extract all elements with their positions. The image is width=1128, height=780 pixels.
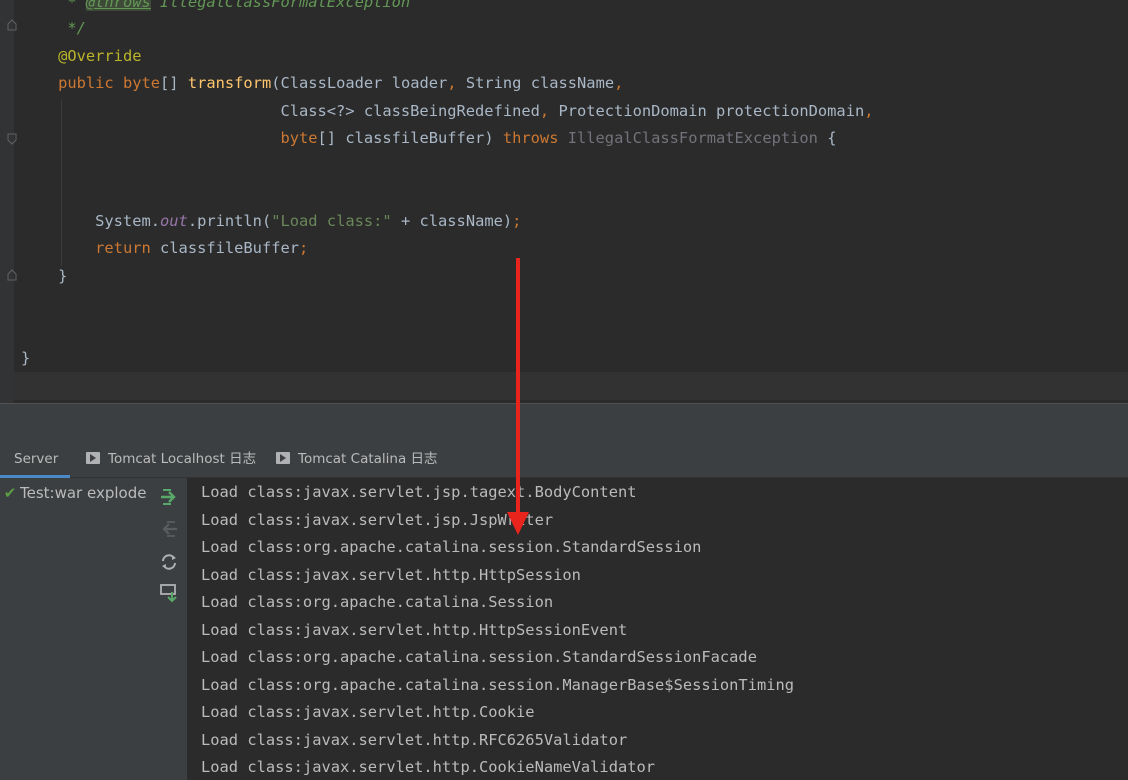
server-item-test-war-exploded[interactable]: ✔ Test:war explode	[0, 480, 155, 506]
code-token: []	[160, 74, 188, 92]
console-line: Load class:javax.servlet.http.HttpSessio…	[201, 565, 581, 584]
code-token: ,	[539, 102, 559, 120]
check-icon: ✔	[3, 484, 17, 502]
console-line: Load class:javax.servlet.http.HttpSessio…	[201, 620, 628, 639]
tab-tomcat-catalina-log[interactable]: Tomcat Catalina 日志	[276, 438, 438, 478]
code-token: */	[21, 19, 86, 37]
tab-tomcat-localhost-log[interactable]: Tomcat Localhost 日志	[86, 438, 256, 478]
code-token: (ClassLoader loader	[271, 74, 448, 92]
code-line: @Override	[21, 44, 141, 68]
code-token: "Load class:"	[271, 212, 392, 230]
tab-label: Tomcat Localhost 日志	[108, 451, 257, 467]
code-line: }	[21, 264, 67, 288]
code-editor[interactable]: * @throws IllegalClassFormatException */…	[0, 0, 1128, 403]
deploy-icon[interactable]	[158, 486, 180, 508]
tab-label: Tomcat Catalina 日志	[298, 451, 438, 467]
log-icon	[86, 452, 100, 464]
fold-end-icon[interactable]	[7, 269, 17, 281]
code-line: */	[21, 16, 86, 40]
code-token: }	[21, 267, 68, 285]
code-token: public byte	[58, 74, 161, 92]
tab-server[interactable]: Server	[0, 438, 70, 478]
fold-start-icon[interactable]	[7, 133, 17, 145]
fold-end-icon[interactable]	[7, 19, 17, 31]
code-token: ;	[299, 239, 309, 257]
console-line: Load class:javax.servlet.jsp.tagext.Body…	[201, 483, 637, 501]
code-token: throws	[502, 129, 568, 147]
code-token: ,	[864, 102, 874, 120]
console-line: Load class:javax.servlet.http.CookieName…	[201, 758, 656, 776]
console-line: Load class:org.apache.catalina.session.S…	[201, 648, 757, 666]
code-line: return classfileBuffer;	[21, 236, 308, 260]
panel-divider[interactable]	[0, 403, 1128, 438]
code-token: out	[160, 212, 188, 230]
code-token: @throws	[85, 0, 151, 11]
code-token: IllegalClassFormatException	[567, 129, 818, 147]
console-line: Load class:javax.servlet.http.Cookie	[201, 703, 535, 721]
current-line-highlight	[14, 372, 1128, 400]
code-token: byte	[280, 129, 318, 147]
code-token: classfileBuffer	[160, 239, 300, 257]
code-token: String className	[465, 74, 615, 92]
code-line: }	[21, 346, 30, 370]
code-token: {	[817, 129, 837, 147]
undeploy-icon[interactable]	[158, 518, 180, 540]
refresh-icon[interactable]	[158, 551, 180, 573]
code-token: ProtectionDomain protectionDomain	[558, 102, 865, 120]
code-token: [] classfileBuffer)	[317, 129, 503, 147]
code-token: ,	[447, 74, 466, 92]
code-token: Class<?> classBeingRedefined	[21, 102, 540, 120]
code-token: ;	[512, 212, 522, 230]
code-line: System.out.println("Load class:" + class…	[21, 209, 521, 233]
console-line: Load class:org.apache.catalina.session.S…	[201, 538, 702, 556]
dump-icon[interactable]	[158, 582, 180, 604]
code-token: return	[95, 239, 161, 257]
console-line: Load class:org.apache.catalina.Session	[201, 593, 554, 611]
code-line: * @throws IllegalClassFormatException	[21, 0, 410, 14]
code-token: .println(	[187, 212, 272, 230]
code-token: transform	[187, 74, 272, 92]
code-token: @Override	[58, 47, 142, 65]
code-token: IllegalClassFormatException	[150, 0, 411, 11]
tab-label: Server	[14, 451, 59, 467]
log-icon	[276, 452, 290, 464]
code-token: }	[21, 349, 31, 367]
server-item-label: Test:war explode	[20, 484, 147, 502]
code-line: Class<?> classBeingRedefined, Protection…	[21, 99, 874, 123]
console-line: Load class:javax.servlet.jsp.JspWriter	[201, 510, 554, 529]
code-line: public byte[] transform(ClassLoader load…	[21, 71, 623, 95]
console-line: Load class:javax.servlet.http.RFC6265Val…	[201, 730, 628, 749]
editor-gutter	[0, 0, 17, 403]
code-line: byte[] classfileBuffer) throws IllegalCl…	[21, 126, 836, 150]
console-output[interactable]: Load class:javax.servlet.jsp.tagext.Body…	[187, 478, 1128, 780]
server-tree-panel: ✔ Test:war explode	[0, 478, 187, 780]
services-tab-bar: Server Tomcat Localhost 日志 Tomcat Catali…	[0, 438, 1128, 478]
code-token: *	[21, 0, 86, 11]
code-token: + className)	[391, 212, 513, 230]
console-line: Load class:org.apache.catalina.session.M…	[201, 675, 795, 694]
code-token: ,	[614, 74, 624, 92]
code-token: System.	[21, 212, 160, 230]
